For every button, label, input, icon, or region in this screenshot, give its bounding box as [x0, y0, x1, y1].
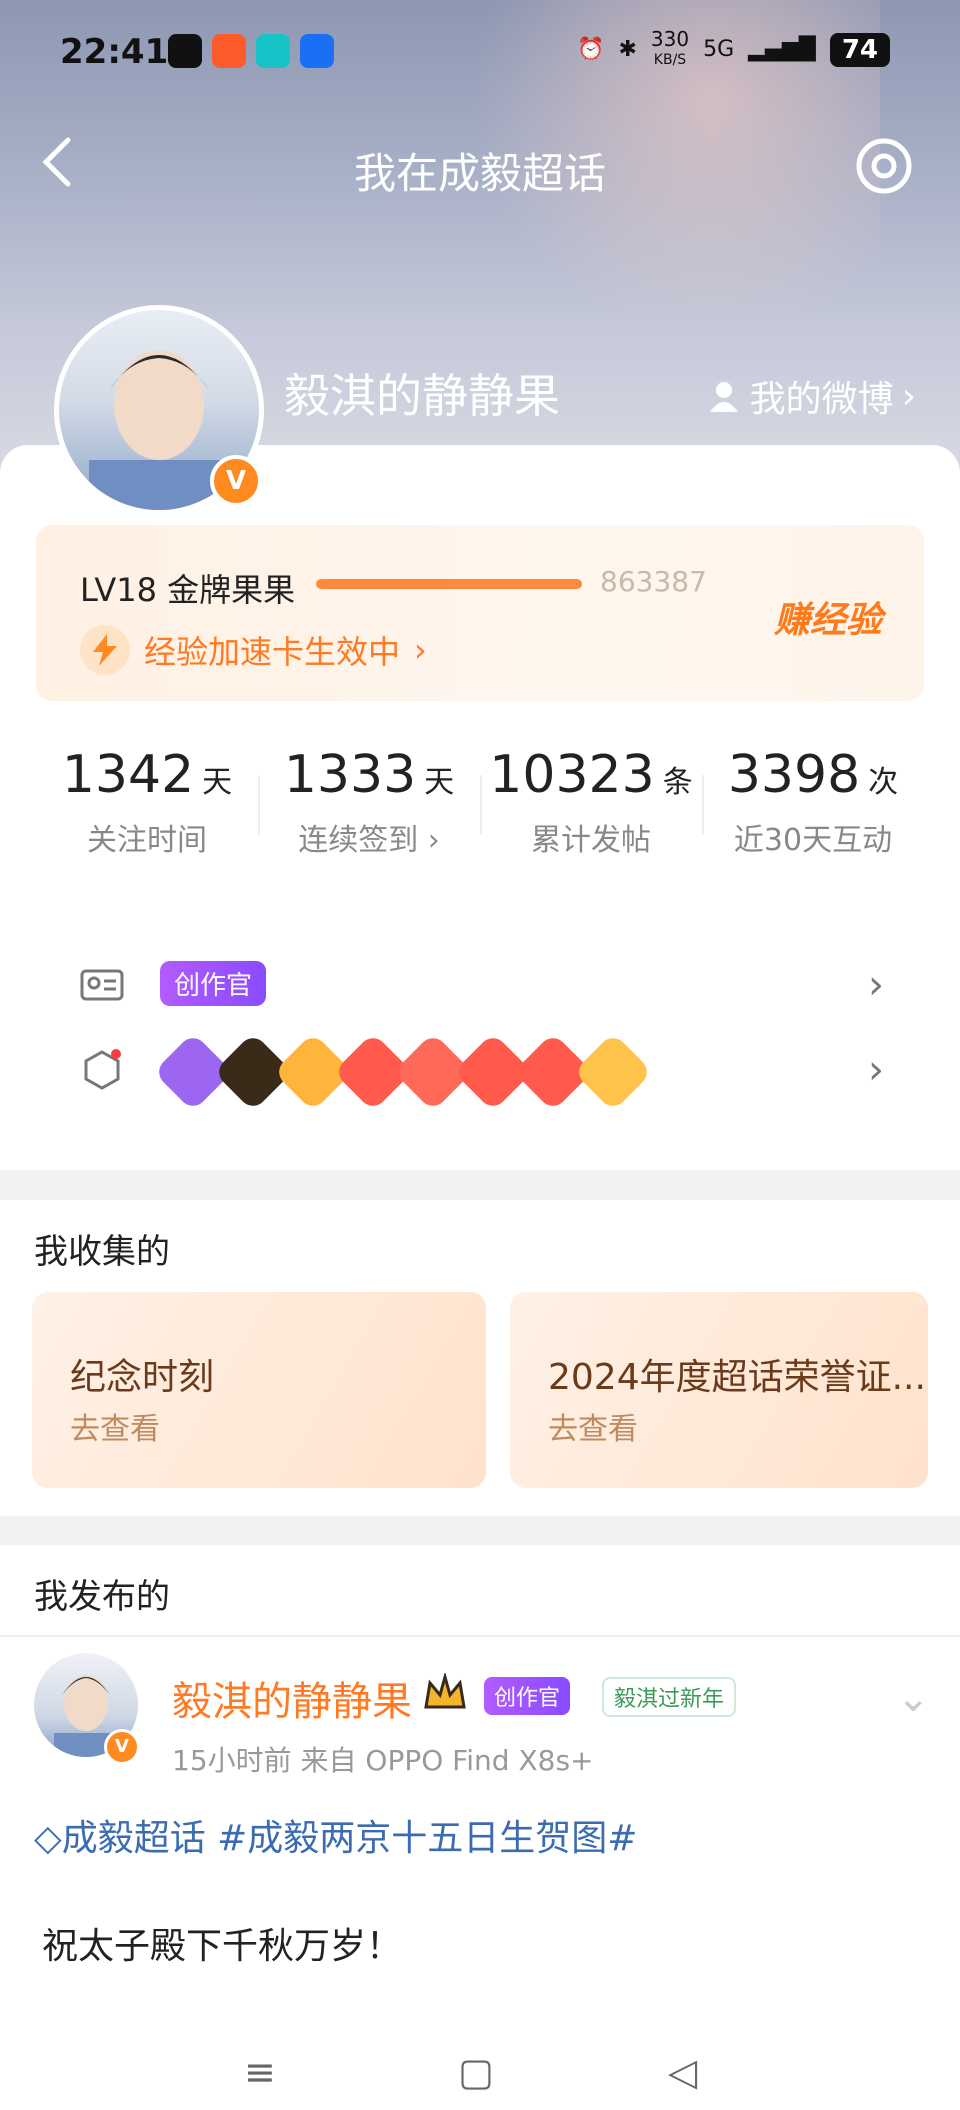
- alarm-icon: ⏰: [577, 37, 605, 62]
- medal-badge: [213, 1030, 293, 1112]
- post-tags[interactable]: ◇成毅超话 #成毅两京十五日生贺图#: [34, 1809, 637, 1861]
- earn-exp-button[interactable]: 赚经验: [774, 591, 882, 643]
- stat-unit: 条: [662, 765, 693, 800]
- identity-row[interactable]: 创作官 ›: [36, 945, 924, 1025]
- net-speed: 330 KB/S: [650, 27, 690, 69]
- medal-badge: [513, 1030, 593, 1112]
- post-content: 祝太子殿下千秋万岁！: [42, 1926, 403, 1967]
- settings-gear-icon[interactable]: [848, 130, 920, 202]
- my-weibo-label: 我的微博: [749, 379, 894, 420]
- stat-follow-time: 1342 天 关注时间: [36, 745, 258, 875]
- medals-row[interactable]: ›: [36, 1030, 924, 1112]
- stat-value: 10323: [489, 745, 655, 805]
- bluetooth-icon: ✱: [618, 37, 637, 62]
- level-panel[interactable]: LV18 金牌果果 863387 经验加速卡生效中 › 赚经验: [36, 525, 924, 701]
- battery-indicator: 74: [829, 32, 890, 67]
- stats-row: 1342 天 关注时间 1333 天 连续签到 › 10323 条 累计发帖 3398…: [36, 745, 924, 875]
- collection-card-honor[interactable]: 2024年度超话荣誉证... 去查看: [510, 1292, 928, 1488]
- stat-label: 累计发帖: [531, 823, 651, 858]
- stat-value: 1333: [283, 745, 417, 805]
- tiktok-icon: [168, 34, 202, 68]
- stat-checkin[interactable]: 1333 天 连续签到 ›: [258, 745, 480, 875]
- posts-section: 我发布的 V 毅淇的静静果 创作官 毅淇过新年 ⌄ 15小时前 来自 OPPO …: [0, 1545, 960, 2045]
- stat-label: 关注时间: [87, 823, 207, 858]
- notification-icons: [168, 34, 334, 68]
- news-app-icon: [300, 34, 334, 68]
- medal-badge: [393, 1030, 473, 1112]
- video-app-icon: [256, 34, 290, 68]
- medal-outline-icon: [84, 1049, 121, 1090]
- medal-shape: [573, 1032, 653, 1112]
- stat-unit: 天: [202, 765, 233, 800]
- lightning-icon: [80, 625, 130, 675]
- post-meta: 15小时前 来自 OPPO Find X8s+: [172, 1744, 594, 1777]
- creator-badge: 创作官: [484, 1677, 571, 1715]
- stat-value: 1342: [61, 745, 195, 805]
- stat-posts: 10323 条 累计发帖: [480, 745, 702, 875]
- exp-progress-bar: [316, 579, 582, 589]
- menu-icon[interactable]: ≡: [244, 2050, 276, 2094]
- collection-title: 2024年度超话荣誉证...: [548, 1357, 926, 1398]
- badges-panel: 创作官 › ›: [36, 935, 924, 1135]
- id-card-icon: [80, 969, 124, 1001]
- collection-card-moments[interactable]: 纪念时刻 去查看: [32, 1292, 486, 1488]
- page-title: 我在成毅超话: [353, 149, 606, 198]
- medal-badge: [453, 1030, 533, 1112]
- medal-badge: [333, 1030, 413, 1112]
- verified-badge: V: [210, 455, 262, 507]
- verified-badge: V: [104, 1729, 140, 1765]
- supertopic-icon: ◇: [34, 1818, 62, 1859]
- chevron-right-icon: ›: [868, 1047, 884, 1093]
- divider: [0, 1635, 960, 1637]
- exp-boost-label: 经验加速卡生效中: [144, 633, 401, 671]
- medal-badge: [573, 1030, 653, 1112]
- stat-label: 连续签到 ›: [298, 823, 440, 858]
- profile-username: 毅淇的静静果: [284, 369, 560, 423]
- back-triangle-icon[interactable]: ◁: [668, 2050, 697, 2094]
- shopping-app-icon: [212, 34, 246, 68]
- stat-interactions: 3398 次 近30天互动: [702, 745, 924, 875]
- collection-view-link: 去查看: [548, 1412, 638, 1447]
- creator-badge: 创作官: [160, 961, 267, 1006]
- new-year-badge: 毅淇过新年: [602, 1677, 737, 1717]
- top-navigation: 我在成毅超话: [0, 120, 960, 210]
- status-bar: 22:41 ⏰ ✱ 330 KB/S 5G ▂▄▆█ 74: [0, 24, 960, 84]
- status-time: 22:41: [60, 32, 169, 72]
- stat-unit: 次: [868, 765, 899, 800]
- system-icons: ⏰ ✱ 330 KB/S 5G ▂▄▆█ 74: [577, 27, 890, 69]
- system-nav-bar: ≡ ▢ ◁: [0, 2040, 960, 2110]
- collection-title: 纪念时刻: [70, 1357, 215, 1398]
- home-square-icon[interactable]: ▢: [458, 2050, 494, 2094]
- profile-card: LV18 金牌果果 863387 经验加速卡生效中 › 赚经验 1342 天 关注…: [0, 445, 960, 1170]
- stat-label-text: 连续签到: [298, 823, 419, 858]
- collection-view-link: 去查看: [70, 1412, 160, 1447]
- stat-unit: 天: [424, 765, 455, 800]
- level-title: LV18 金牌果果: [80, 571, 296, 609]
- net-speed-value: 330: [650, 27, 690, 51]
- chevron-right-icon: ›: [414, 631, 427, 669]
- collected-title: 我收集的: [34, 1232, 170, 1272]
- my-weibo-link[interactable]: 我的微博 ›: [706, 370, 916, 422]
- exp-value: 863387: [600, 565, 707, 598]
- exp-boost-link[interactable]: 经验加速卡生效中 ›: [80, 625, 427, 675]
- chevron-right-icon: ›: [901, 375, 916, 417]
- collected-section: 我收集的 纪念时刻 去查看 2024年度超话荣誉证... 去查看: [0, 1200, 960, 1516]
- signal-icon: ▂▄▆█: [748, 37, 816, 62]
- stat-label: 近30天互动: [733, 823, 893, 858]
- posts-title: 我发布的: [34, 1577, 170, 1617]
- chevron-right-icon: ›: [868, 962, 884, 1008]
- medal-badge: [153, 1030, 233, 1112]
- net-speed-unit: KB/S: [653, 52, 687, 68]
- medal-badge: [273, 1030, 353, 1112]
- post-tags-text: 成毅超话 #成毅两京十五日生贺图#: [61, 1818, 638, 1859]
- post-author-name[interactable]: 毅淇的静静果: [172, 1669, 412, 1727]
- chevron-down-icon[interactable]: ⌄: [896, 1675, 930, 1721]
- crown-icon: [424, 1673, 466, 1709]
- stat-value: 3398: [727, 745, 861, 805]
- network-type: 5G: [703, 37, 735, 62]
- user-icon: [709, 382, 738, 412]
